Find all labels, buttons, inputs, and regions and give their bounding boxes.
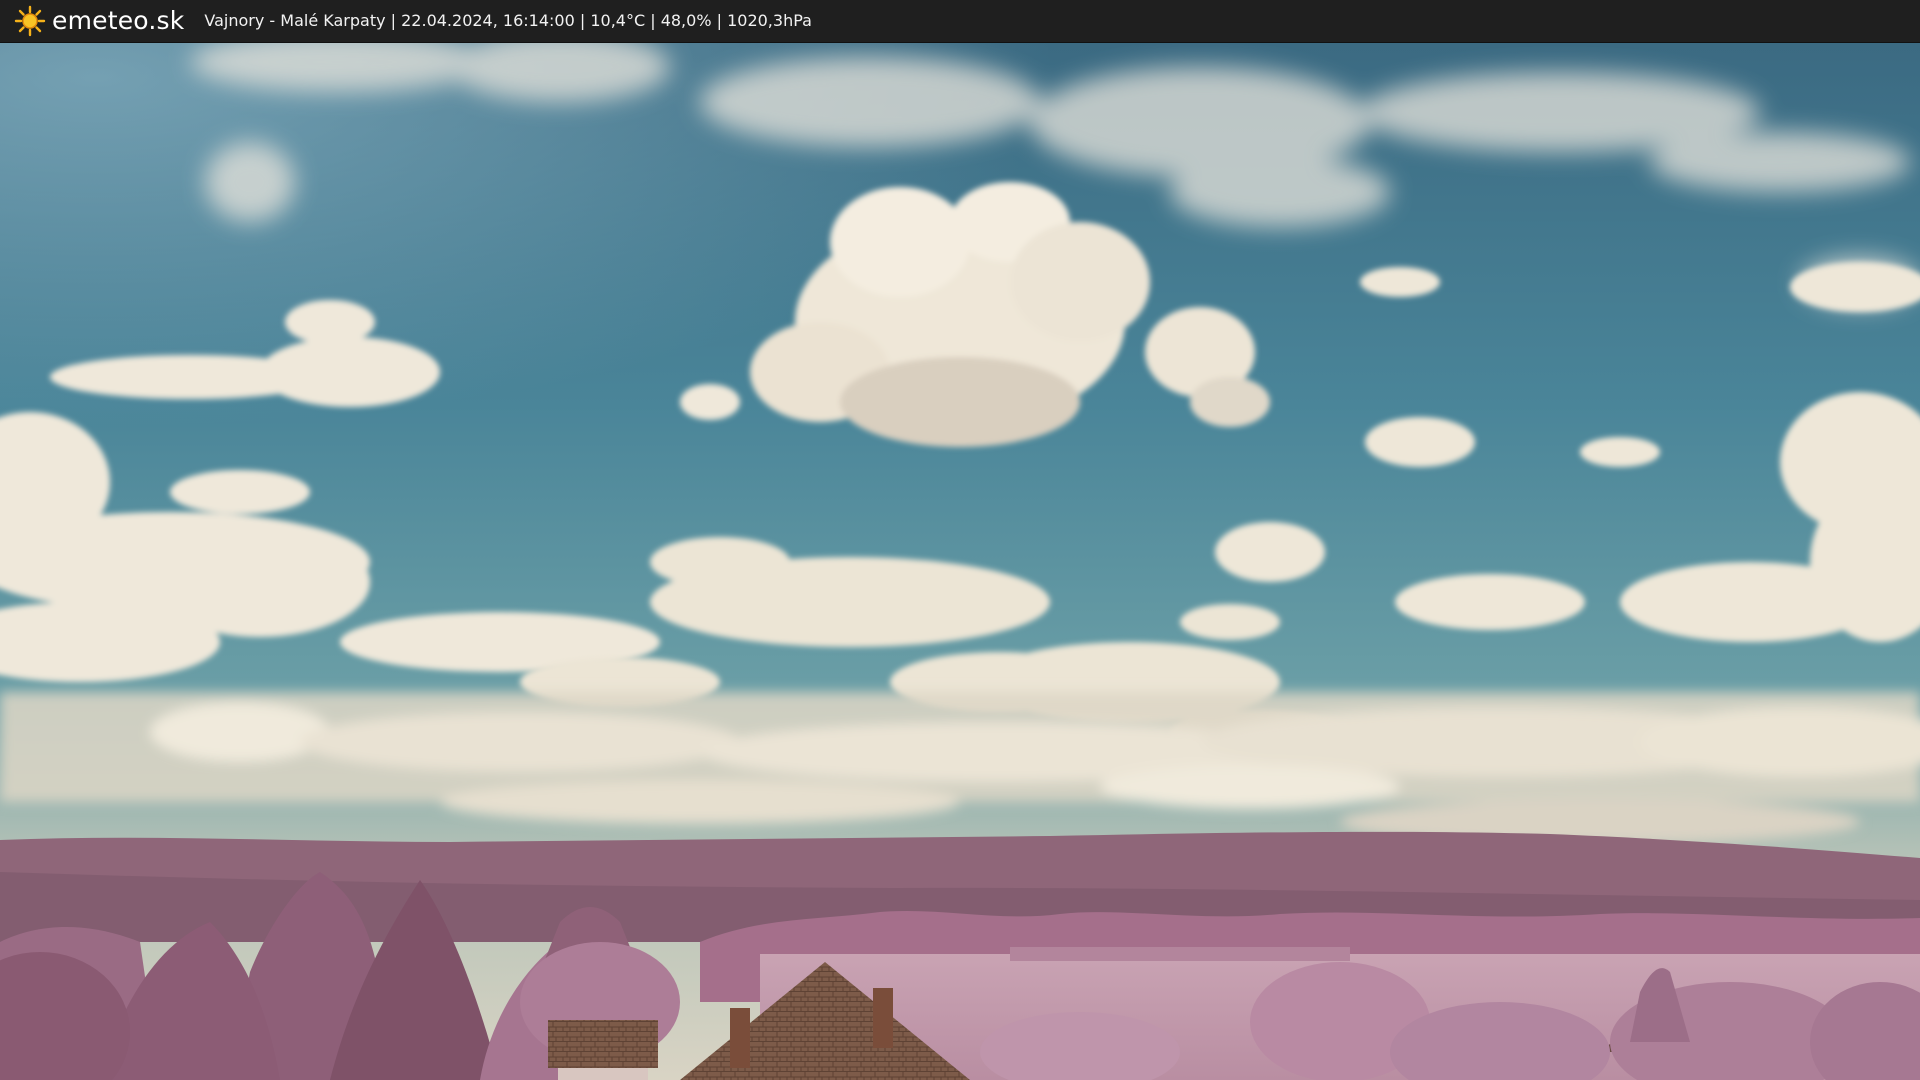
sun-icon (14, 5, 46, 37)
emeteo-logo[interactable]: emeteo.sk (14, 0, 184, 42)
webcam-image (0, 42, 1920, 1080)
webcam-info-bar: emeteo.sk Vajnory - Malé Karpaty | 22.04… (0, 0, 1920, 43)
brand-name: emeteo.sk (52, 6, 185, 35)
station-info: Vajnory - Malé Karpaty | 22.04.2024, 16:… (204, 11, 812, 30)
webcam-frame: emeteo.sk Vajnory - Malé Karpaty | 22.04… (0, 0, 1920, 1080)
